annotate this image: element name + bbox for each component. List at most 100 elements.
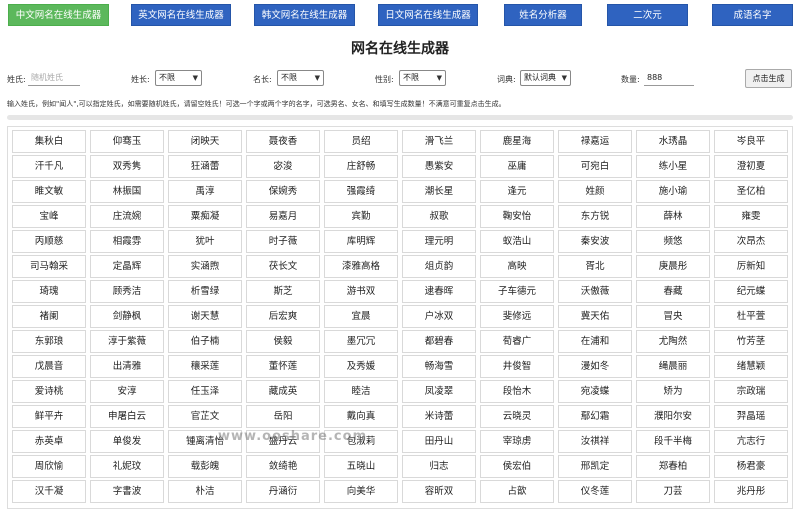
name-result-item[interactable]: 实涵煦 — [168, 255, 242, 278]
name-result-item[interactable]: 淳于紫薇 — [90, 330, 164, 353]
nav-english-name-generator[interactable]: 英文网名在线生成器 — [131, 4, 231, 26]
name-result-item[interactable]: 鄢幻霜 — [558, 405, 632, 428]
name-result-item[interactable]: 纪元蝶 — [714, 280, 788, 303]
name-result-item[interactable]: 叔歌 — [402, 205, 476, 228]
name-result-item[interactable]: 保婉秀 — [246, 180, 320, 203]
name-result-item[interactable]: 礼妮玟 — [90, 455, 164, 478]
gender-select[interactable]: 不限 ▼ — [399, 70, 446, 86]
name-result-item[interactable]: 禄嘉运 — [558, 130, 632, 153]
name-result-item[interactable]: 姓颜 — [558, 180, 632, 203]
nav-japanese-name-generator[interactable]: 日文网名在线生成器 — [378, 4, 478, 26]
nav-anime[interactable]: 二次元 — [607, 4, 688, 26]
nav-korean-name-generator[interactable]: 韩文网名在线生成器 — [254, 4, 355, 26]
name-result-item[interactable]: 剑静枫 — [90, 305, 164, 328]
name-result-item[interactable]: 庚晨彤 — [636, 255, 710, 278]
name-result-item[interactable]: 邢凯定 — [558, 455, 632, 478]
name-result-item[interactable]: 在浦和 — [558, 330, 632, 353]
name-result-item[interactable]: 强霞绮 — [324, 180, 398, 203]
name-result-item[interactable]: 容昕双 — [402, 480, 476, 503]
name-result-item[interactable]: 施小瑜 — [636, 180, 710, 203]
name-result-item[interactable]: 睢文敏 — [12, 180, 86, 203]
name-result-item[interactable]: 沃傲薇 — [558, 280, 632, 303]
name-result-item[interactable]: 刀芸 — [636, 480, 710, 503]
name-result-item[interactable]: 载彭魄 — [168, 455, 242, 478]
name-result-item[interactable]: 雍雯 — [714, 205, 788, 228]
name-result-item[interactable]: 相霞雰 — [90, 230, 164, 253]
name-result-item[interactable]: 宝峰 — [12, 205, 86, 228]
name-result-item[interactable]: 禹淳 — [168, 180, 242, 203]
name-result-item[interactable]: 逮春晖 — [402, 280, 476, 303]
name-result-item[interactable]: 冒央 — [636, 305, 710, 328]
name-result-item[interactable]: 及秀媛 — [324, 355, 398, 378]
name-result-item[interactable]: 析雪绿 — [168, 280, 242, 303]
name-result-item[interactable]: 司马翰采 — [12, 255, 86, 278]
name-result-item[interactable]: 井俊智 — [480, 355, 554, 378]
name-result-item[interactable]: 都碧春 — [402, 330, 476, 353]
name-result-item[interactable]: 包淑莉 — [324, 430, 398, 453]
nav-name-analyzer[interactable]: 姓名分析器 — [504, 4, 582, 26]
name-result-item[interactable]: 杜平萱 — [714, 305, 788, 328]
dictionary-select[interactable]: 默认词典 ▼ — [520, 70, 571, 86]
name-result-item[interactable]: 逢元 — [480, 180, 554, 203]
name-result-item[interactable]: 伯子楠 — [168, 330, 242, 353]
name-result-item[interactable]: 秦安波 — [558, 230, 632, 253]
name-result-item[interactable]: 鲜平卉 — [12, 405, 86, 428]
name-result-item[interactable]: 宜晨 — [324, 305, 398, 328]
name-result-item[interactable]: 田丹山 — [402, 430, 476, 453]
name-result-item[interactable]: 宛凌蝶 — [558, 380, 632, 403]
name-result-item[interactable]: 冀天佑 — [558, 305, 632, 328]
name-result-item[interactable]: 丹涵衍 — [246, 480, 320, 503]
name-result-item[interactable]: 犹叶 — [168, 230, 242, 253]
name-result-item[interactable]: 薛林 — [636, 205, 710, 228]
name-result-item[interactable]: 子车德元 — [480, 280, 554, 303]
name-result-item[interactable]: 藏成英 — [246, 380, 320, 403]
name-result-item[interactable]: 尤陶然 — [636, 330, 710, 353]
name-result-item[interactable]: 后宏爽 — [246, 305, 320, 328]
name-result-item[interactable]: 朴洁 — [168, 480, 242, 503]
name-result-item[interactable]: 敛绮艳 — [246, 455, 320, 478]
name-result-item[interactable]: 戊晨音 — [12, 355, 86, 378]
name-result-item[interactable]: 时子薇 — [246, 230, 320, 253]
name-result-item[interactable]: 周欣愉 — [12, 455, 86, 478]
name-result-item[interactable]: 侯毅 — [246, 330, 320, 353]
name-result-item[interactable]: 漆雅高格 — [324, 255, 398, 278]
name-result-item[interactable]: 穰采莲 — [168, 355, 242, 378]
name-result-item[interactable]: 聂夜香 — [246, 130, 320, 153]
name-result-item[interactable]: 绳晨丽 — [636, 355, 710, 378]
nav-idiom-names[interactable]: 成语名字 — [712, 4, 793, 26]
name-result-item[interactable]: 狂涵蕾 — [168, 155, 242, 178]
name-result-item[interactable]: 胥北 — [558, 255, 632, 278]
name-result-item[interactable]: 侯宏伯 — [480, 455, 554, 478]
name-result-item[interactable]: 官芷文 — [168, 405, 242, 428]
name-result-item[interactable]: 仪冬莲 — [558, 480, 632, 503]
name-result-item[interactable]: 申屠白云 — [90, 405, 164, 428]
name-result-item[interactable]: 春藏 — [636, 280, 710, 303]
name-result-item[interactable]: 厉新知 — [714, 255, 788, 278]
name-result-item[interactable]: 茯长文 — [246, 255, 320, 278]
name-result-item[interactable]: 安淳 — [90, 380, 164, 403]
name-result-item[interactable]: 岳阳 — [246, 405, 320, 428]
name-result-item[interactable]: 锺离清怡 — [168, 430, 242, 453]
name-result-item[interactable]: 愚紫安 — [402, 155, 476, 178]
name-result-item[interactable]: 仰骞玉 — [90, 130, 164, 153]
name-result-item[interactable]: 单俊发 — [90, 430, 164, 453]
name-result-item[interactable]: 巫庸 — [480, 155, 554, 178]
name-result-item[interactable]: 定晶辉 — [90, 255, 164, 278]
name-result-item[interactable]: 次昂杰 — [714, 230, 788, 253]
name-result-item[interactable]: 段千半梅 — [636, 430, 710, 453]
name-result-item[interactable]: 凤凌翠 — [402, 380, 476, 403]
name-result-item[interactable]: 库明辉 — [324, 230, 398, 253]
name-result-item[interactable]: 郑春柏 — [636, 455, 710, 478]
name-result-item[interactable]: 宗政瑞 — [714, 380, 788, 403]
name-result-item[interactable]: 睦洁 — [324, 380, 398, 403]
name-result-item[interactable]: 汉千凝 — [12, 480, 86, 503]
name-result-item[interactable]: 占歆 — [480, 480, 554, 503]
generate-button[interactable]: 点击生成 — [745, 69, 792, 88]
name-result-item[interactable]: 任玉泽 — [168, 380, 242, 403]
name-result-item[interactable]: 羿晶瑶 — [714, 405, 788, 428]
horizontal-scrollbar[interactable] — [7, 115, 793, 120]
name-result-item[interactable]: 东郭琅 — [12, 330, 86, 353]
name-result-item[interactable]: 宓浚 — [246, 155, 320, 178]
name-result-item[interactable]: 褚阑 — [12, 305, 86, 328]
name-result-item[interactable]: 水琇晶 — [636, 130, 710, 153]
